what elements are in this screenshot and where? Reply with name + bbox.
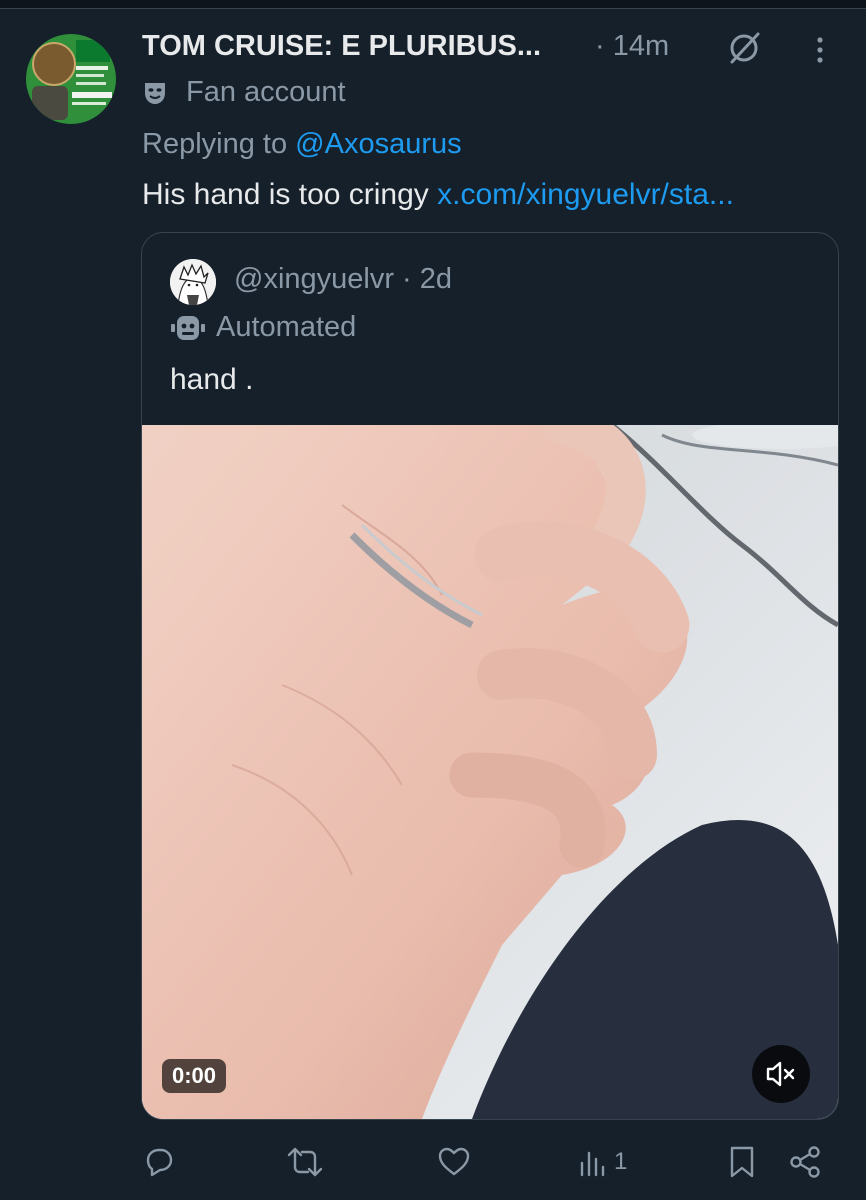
top-divider — [0, 0, 866, 9]
reply-icon — [146, 1148, 173, 1177]
automated-label: Automated — [216, 311, 357, 343]
more-icon[interactable] — [808, 34, 832, 66]
replying-prefix: Replying to — [142, 128, 288, 160]
account-label: Fan account — [186, 76, 346, 108]
like-icon — [438, 1147, 470, 1176]
views-count: 1 — [614, 1148, 628, 1175]
video-frame — [142, 425, 838, 1119]
video-player[interactable]: 0:00 — [142, 425, 838, 1119]
bookmark-button[interactable] — [728, 1140, 756, 1184]
quoted-text: hand . — [170, 363, 254, 396]
quoted-author-avatar[interactable] — [170, 259, 216, 305]
replying-handle-link[interactable]: @Axosaurus — [295, 128, 461, 160]
robot-icon — [171, 316, 205, 340]
share-button[interactable] — [788, 1140, 822, 1184]
replying-to: Replying to @Axosaurus — [142, 128, 462, 161]
quoted-handle-time[interactable]: @xingyuelvr · 2d — [234, 263, 452, 296]
tweet-text: His hand is too cringy x.com/xingyuelvr/… — [142, 178, 734, 212]
author-avatar[interactable] — [26, 34, 116, 124]
retweet-icon — [287, 1147, 323, 1177]
author-name[interactable]: TOM CRUISE: E PLURIBUS... — [142, 30, 541, 63]
tweet-body: His hand is too cringy — [142, 178, 429, 211]
quoted-tweet[interactable]: @xingyuelvr · 2d Automated hand . 0:00 — [141, 232, 839, 1120]
retweet-button[interactable] — [286, 1140, 324, 1184]
theater-mask-icon — [145, 83, 165, 104]
tweet-link[interactable]: x.com/xingyuelvr/sta... — [437, 178, 734, 211]
grok-icon[interactable] — [726, 30, 762, 66]
share-icon — [790, 1146, 820, 1178]
views-button[interactable]: 1 — [578, 1140, 627, 1184]
mute-button[interactable] — [752, 1045, 810, 1103]
like-button[interactable] — [437, 1140, 471, 1184]
bookmark-icon — [730, 1146, 754, 1178]
mute-icon — [766, 1061, 795, 1087]
action-bar: 1 — [0, 1140, 866, 1190]
reply-button[interactable] — [142, 1140, 176, 1184]
views-icon — [580, 1151, 605, 1177]
tweet-timestamp[interactable]: · 14m — [595, 30, 669, 63]
video-timecode: 0:00 — [162, 1059, 227, 1093]
